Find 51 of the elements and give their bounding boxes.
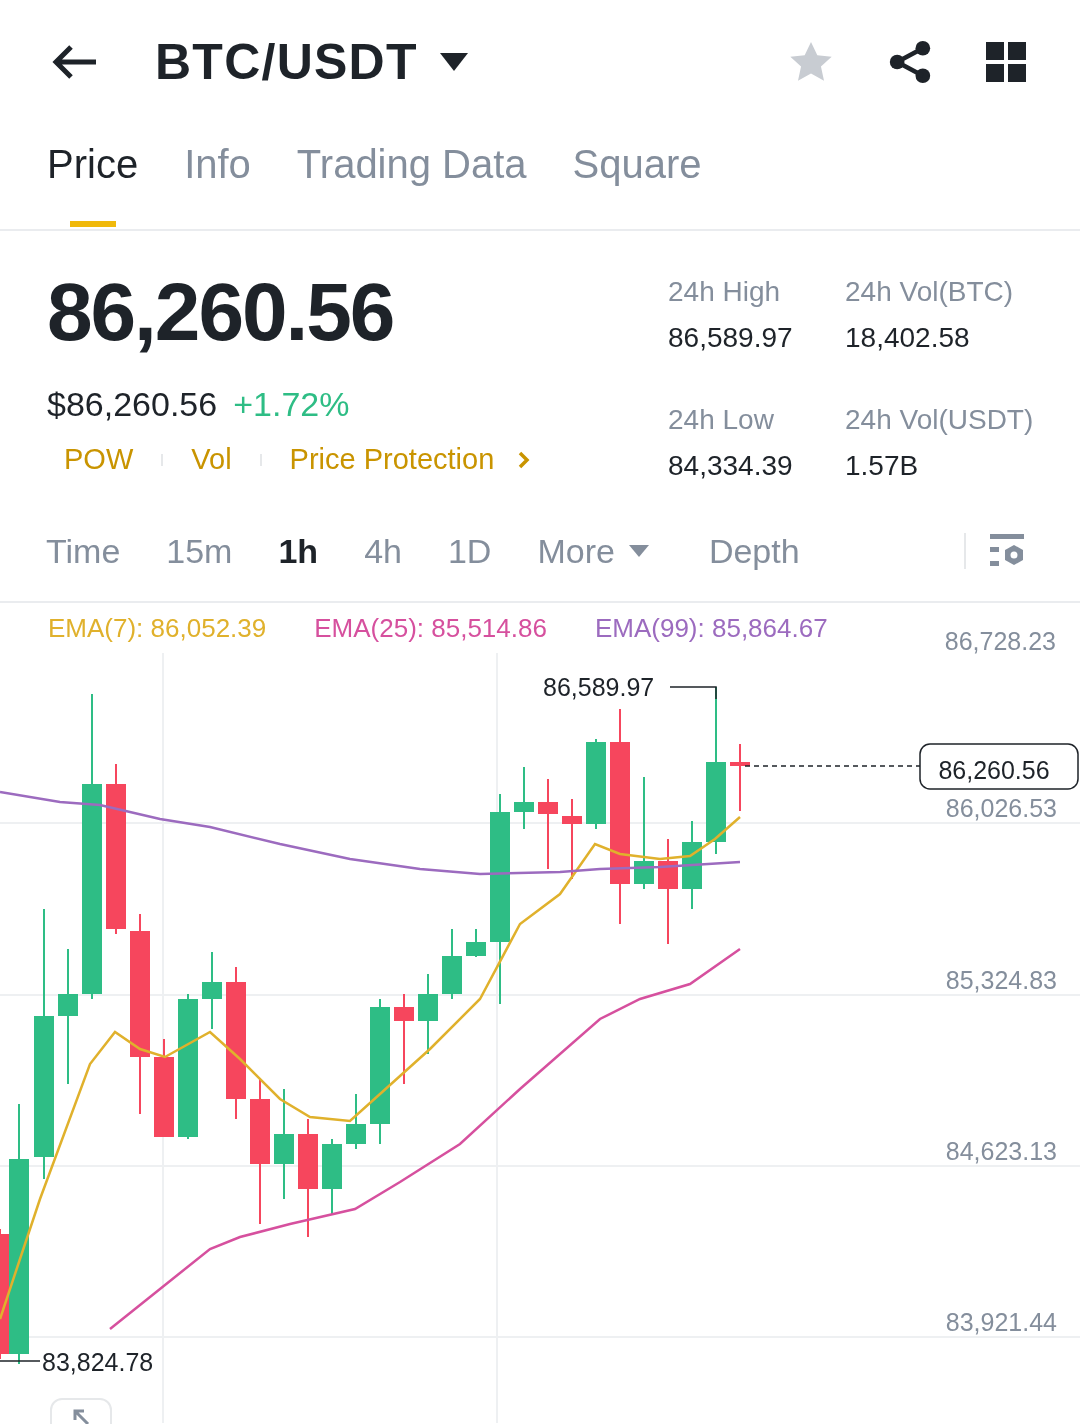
candlestick — [442, 928, 462, 1000]
back-arrow-icon[interactable] — [52, 44, 98, 80]
candlestick — [466, 928, 486, 958]
grid-icon[interactable] — [986, 42, 1026, 82]
stat-value: 84,334.39 — [668, 449, 794, 483]
price-change: +1.72% — [233, 384, 350, 425]
stat-value: 1.57B — [845, 449, 920, 483]
interval-tab[interactable]: Depth — [708, 525, 800, 577]
caret-down-icon[interactable] — [439, 53, 468, 71]
price-axis-label: 86,728.23 — [944, 626, 1056, 657]
share-icon[interactable] — [888, 40, 932, 84]
price-axis-label: 86,026.53 — [945, 794, 1057, 822]
tab[interactable]: Square — [572, 129, 702, 229]
candlestick — [514, 766, 534, 830]
price-axis-label: 85,324.83 — [945, 966, 1057, 994]
usd-price: $86,260.56 — [47, 384, 218, 425]
indicator-label: EMA(7): 86,052.39 — [48, 611, 267, 645]
indicator-label: EMA(99): 85,864.67 — [594, 611, 828, 645]
tag-link[interactable]: Vol — [191, 438, 232, 482]
indicator-label: EMA(25): 85,514.86 — [314, 611, 547, 645]
price-axis-label: 83,921.44 — [945, 1308, 1057, 1336]
leader-line — [669, 686, 717, 700]
stat-value: 18,402.58 — [845, 321, 971, 355]
stat-value: 86,589.97 — [668, 321, 794, 355]
last-price: 86,260.56 — [47, 271, 395, 353]
candlestick — [730, 743, 750, 812]
diagonal-arrow-icon[interactable] — [72, 1408, 90, 1424]
tag-link[interactable]: POW — [64, 438, 134, 482]
high-price-marker: 86,589.97 — [543, 673, 655, 701]
stat-label: 24h High — [668, 275, 782, 309]
price-axis-label: 84,623.13 — [945, 1137, 1057, 1165]
low-price-marker: 83,824.78 — [42, 1348, 154, 1376]
stat-label: 24h Vol(BTC) — [845, 275, 1015, 309]
tab[interactable]: Info — [184, 129, 251, 229]
settings-icon[interactable] — [990, 534, 1026, 568]
interval-tab[interactable]: 1D — [447, 525, 492, 577]
tag-link[interactable]: Price Protection — [289, 438, 495, 482]
leader-line — [0, 1360, 41, 1362]
interval-tab[interactable]: 1h — [278, 525, 319, 577]
trading-pair-title[interactable]: BTC/USDT — [155, 24, 418, 100]
stat-label: 24h Vol(USDT) — [845, 403, 1035, 437]
interval-tab[interactable]: 15m — [166, 525, 233, 577]
interval-menu[interactable]: More — [537, 525, 649, 577]
tab[interactable]: Price — [47, 129, 139, 229]
interval-tab[interactable]: Time — [46, 525, 121, 577]
chevron-right-icon[interactable] — [518, 450, 531, 469]
current-price-value: 86,260.56 — [938, 756, 1050, 784]
candlestick — [346, 1093, 366, 1150]
interval-tab[interactable]: 4h — [364, 525, 402, 577]
tab[interactable]: Trading Data — [296, 129, 527, 229]
stat-label: 24h Low — [668, 403, 775, 437]
